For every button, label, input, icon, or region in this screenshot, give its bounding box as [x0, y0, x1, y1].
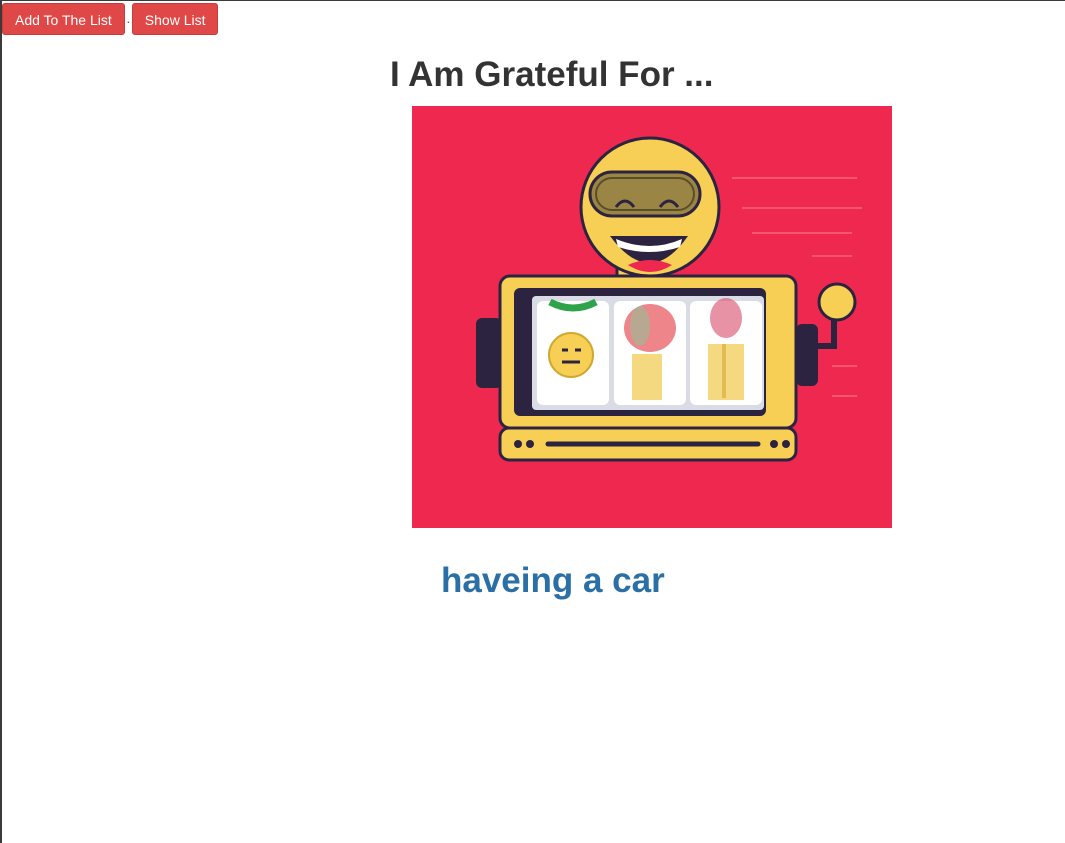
- add-to-list-button[interactable]: Add To The List: [2, 3, 125, 35]
- machine-lever: [812, 282, 857, 349]
- slot-machine-robot-illustration: [412, 106, 892, 528]
- slot-machine-robot-svg: [476, 136, 862, 462]
- neutral-face-icon: [548, 332, 594, 378]
- toolbar: Add To The List . Show List: [2, 3, 219, 35]
- show-list-button[interactable]: Show List: [131, 3, 219, 35]
- page-title: I Am Grateful For ...: [390, 55, 714, 94]
- robot-head: [579, 136, 721, 278]
- gratitude-item-text: haveing a car: [441, 561, 665, 600]
- page: Add To The List . Show List I Am Gratefu…: [0, 0, 1065, 843]
- toolbar-separator: .: [126, 12, 130, 26]
- machine-base: [498, 426, 798, 462]
- machine-reels: [537, 298, 762, 405]
